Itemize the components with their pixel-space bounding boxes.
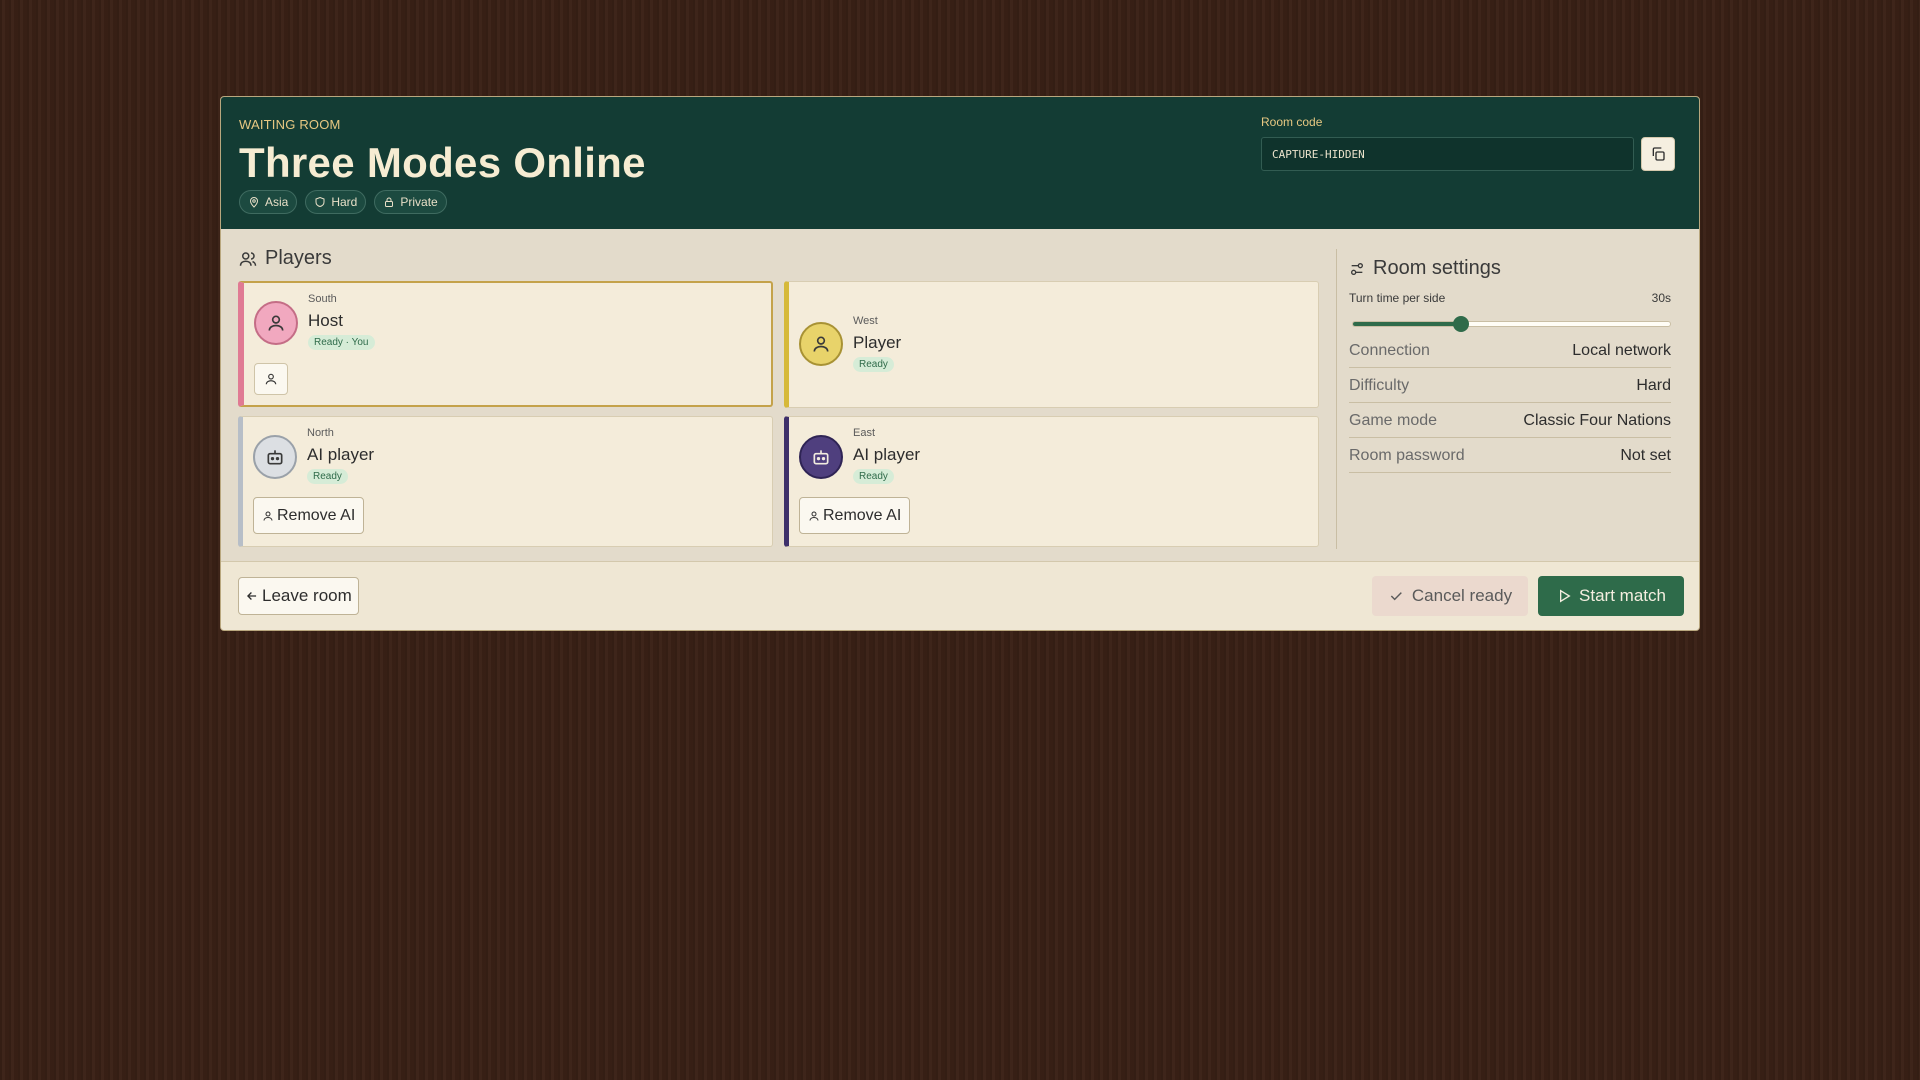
ready-badge: Ready [853, 357, 894, 372]
seat-card-north: North AI player Ready Remove AI [238, 416, 773, 547]
turn-time-row: Turn time per side 30s [1349, 291, 1671, 305]
privacy-chip-label: Private [400, 195, 438, 209]
region-chip: Asia [239, 190, 298, 214]
seat-card-west: West Player Ready [784, 281, 1319, 408]
ai-avatar [253, 435, 297, 479]
ready-badge: Ready · You [308, 335, 375, 350]
turn-time-label: Turn time per side [1349, 291, 1446, 305]
room-tags: Asia Hard Private [239, 190, 1681, 214]
room-code-label: Room code [1261, 115, 1323, 129]
copy-icon [1652, 147, 1665, 161]
users-icon [239, 251, 257, 266]
seat-label: North [307, 427, 334, 439]
settings-divider [1336, 249, 1337, 549]
player-avatar [799, 322, 843, 366]
difficulty-row: Difficulty Hard [1349, 369, 1671, 403]
region-chip-label: Asia [265, 195, 289, 209]
slider-thumb[interactable] [1452, 316, 1469, 332]
copy-code-button[interactable] [1641, 137, 1675, 171]
seat-label: East [853, 427, 876, 439]
seat-label: South [308, 293, 337, 305]
settings-heading: Room settings [1349, 257, 1501, 280]
check-icon [1390, 592, 1402, 601]
slider-fill [1353, 322, 1461, 326]
user-icon [263, 511, 273, 521]
settings-heading-label: Room settings [1373, 257, 1501, 279]
setting-value: Hard [1636, 376, 1671, 394]
setting-value: Not set [1620, 446, 1671, 464]
ai-avatar [799, 435, 843, 479]
setting-key: Connection [1349, 341, 1430, 359]
ready-badge: Ready [307, 469, 348, 484]
room-password-row: Room password Not set [1349, 439, 1671, 473]
robot-icon [267, 450, 283, 465]
setting-key: Game mode [1349, 411, 1438, 429]
setting-value: Local network [1572, 341, 1671, 359]
room-code-field[interactable]: CAPTURE-HIDDEN [1261, 137, 1634, 171]
user-icon [809, 511, 819, 521]
seat-card-east: East AI player Ready Remove AI [784, 416, 1319, 547]
location-pin-icon [249, 197, 259, 208]
player-name: Host [308, 311, 343, 330]
room-header: WAITING ROOM Three Modes Online Asia Har… [221, 97, 1699, 229]
play-icon [1560, 589, 1571, 603]
lock-icon [385, 197, 394, 207]
robot-icon [813, 450, 829, 465]
room-code-group: Room code CAPTURE-HIDDEN [1261, 115, 1675, 171]
room-code-row: CAPTURE-HIDDEN [1261, 137, 1675, 171]
host-avatar [254, 301, 298, 345]
start-match-button[interactable]: Start match [1538, 576, 1684, 616]
player-name: AI player [853, 445, 921, 464]
setting-value: Classic Four Nations [1523, 411, 1671, 429]
remove-ai-label: Remove AI [277, 506, 356, 524]
player-name: Player [853, 333, 902, 352]
leave-room-button[interactable]: Leave room [238, 577, 359, 615]
shield-icon [315, 196, 325, 208]
user-icon [268, 315, 284, 331]
game-mode-row: Game mode Classic Four Nations [1349, 404, 1671, 438]
turn-time-value: 30s [1651, 291, 1671, 305]
start-match-label: Start match [1579, 586, 1666, 605]
player-name: AI player [307, 445, 375, 464]
privacy-chip: Private [374, 190, 447, 214]
profile-button[interactable] [254, 363, 288, 395]
seat-card-south: South Host Ready · You [238, 281, 773, 407]
players-heading: Players [239, 247, 332, 270]
setting-key: Room password [1349, 446, 1465, 464]
arrow-left-icon [247, 592, 257, 600]
room-footer: Leave room Cancel ready Start match [221, 561, 1699, 630]
setting-key: Difficulty [1349, 376, 1410, 394]
user-icon [813, 336, 829, 352]
cancel-ready-button[interactable]: Cancel ready [1372, 576, 1528, 616]
players-heading-label: Players [265, 247, 332, 269]
ready-badge: Ready [853, 469, 894, 484]
turn-time-slider[interactable] [1352, 316, 1671, 332]
leave-room-label: Leave room [262, 586, 352, 605]
room-content: Players South Host Ready · You West Play… [221, 229, 1699, 562]
seat-label: West [853, 315, 878, 327]
difficulty-chip: Hard [305, 190, 367, 214]
user-icon [265, 373, 277, 385]
difficulty-chip-label: Hard [331, 195, 358, 209]
remove-ai-label: Remove AI [823, 506, 902, 524]
connection-row: Connection Local network [1349, 334, 1671, 368]
sliders-icon [1351, 262, 1363, 275]
cancel-ready-label: Cancel ready [1411, 586, 1513, 605]
remove-ai-button[interactable]: Remove AI [799, 497, 911, 534]
remove-ai-button[interactable]: Remove AI [253, 497, 365, 534]
waiting-room-panel: WAITING ROOM Three Modes Online Asia Har… [220, 96, 1700, 631]
